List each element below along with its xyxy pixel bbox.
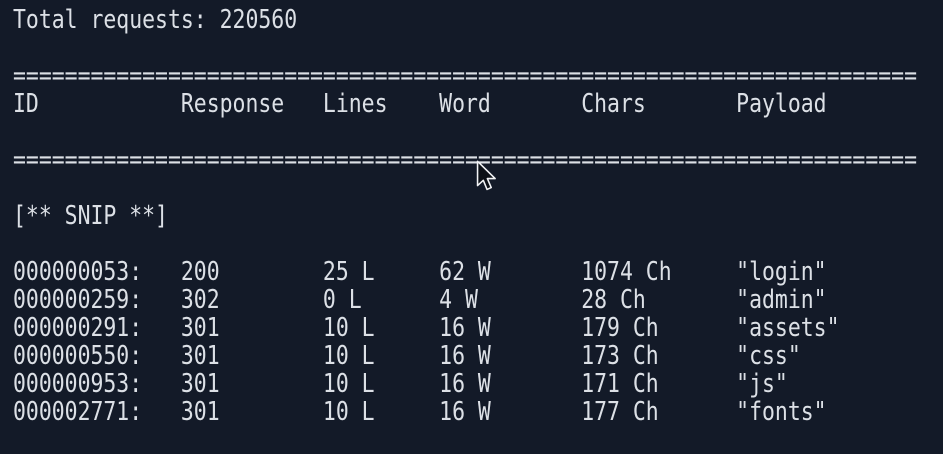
snip-marker: [** SNIP **] — [13, 202, 780, 230]
separator-line: ========================================… — [13, 146, 780, 174]
result-row: 000000291:30110 L16 W179 Ch"assets" — [13, 314, 780, 342]
result-char-count: 28 Ch — [581, 286, 646, 314]
result-word-count: 16 W — [439, 398, 491, 426]
result-word-count: 16 W — [439, 314, 491, 342]
result-char-count: 173 Ch — [581, 342, 658, 370]
result-line-count: 10 L — [323, 398, 375, 426]
result-payload: "css" — [736, 342, 801, 370]
result-payload: "fonts" — [736, 398, 826, 426]
result-payload: "admin" — [736, 286, 826, 314]
result-word-count: 4 W — [439, 286, 478, 314]
result-word-count: 16 W — [439, 342, 491, 370]
result-payload: "js" — [736, 370, 788, 398]
result-row: 000002771:30110 L16 W177 Ch"fonts" — [13, 398, 780, 426]
result-word-count: 62 W — [439, 258, 491, 286]
result-char-count: 1074 Ch — [581, 258, 671, 286]
result-line-count: 10 L — [323, 314, 375, 342]
result-id: 000000053: — [13, 258, 142, 286]
result-response-code: 200 — [181, 258, 220, 286]
result-id: 000000550: — [13, 342, 142, 370]
results-table-header: IDResponseLinesWordCharsPayload — [13, 90, 780, 118]
result-line-count: 25 L — [323, 258, 375, 286]
blank-line — [13, 118, 780, 146]
result-response-code: 301 — [181, 398, 220, 426]
column-header-chars: Chars — [581, 90, 646, 118]
result-payload: "login" — [736, 258, 826, 286]
blank-line — [13, 426, 780, 454]
result-id: 000000291: — [13, 314, 142, 342]
result-line-count: 10 L — [323, 342, 375, 370]
result-row: 000000259:3020 L4 W28 Ch"admin" — [13, 286, 780, 314]
result-char-count: 171 Ch — [581, 370, 658, 398]
result-id: 000002771: — [13, 398, 142, 426]
result-word-count: 16 W — [439, 370, 491, 398]
column-header-payload: Payload — [736, 90, 826, 118]
result-row: 000000953:30110 L16 W171 Ch"js" — [13, 370, 780, 398]
result-line-count: 0 L — [323, 286, 362, 314]
result-line-count: 10 L — [323, 370, 375, 398]
result-payload: "assets" — [736, 314, 839, 342]
result-response-code: 302 — [181, 286, 220, 314]
result-char-count: 177 Ch — [581, 398, 658, 426]
total-requests-line: Total requests: 220560 — [13, 6, 780, 34]
result-row: 000000053:20025 L62 W1074 Ch"login" — [13, 258, 780, 286]
column-header-lines: Lines — [323, 90, 388, 118]
blank-line — [13, 230, 780, 258]
result-id: 000000953: — [13, 370, 142, 398]
result-char-count: 179 Ch — [581, 314, 658, 342]
result-row: 000000550:30110 L16 W173 Ch"css" — [13, 342, 780, 370]
column-header-response: Response — [181, 90, 284, 118]
total-requests-value: 220560 — [220, 5, 297, 35]
blank-line — [13, 34, 780, 62]
total-requests-label: Total requests: — [13, 5, 207, 35]
result-response-code: 301 — [181, 314, 220, 342]
separator-line: ========================================… — [13, 62, 780, 90]
result-response-code: 301 — [181, 370, 220, 398]
column-header-id: ID — [13, 90, 39, 118]
column-header-word: Word — [439, 90, 491, 118]
blank-line — [13, 174, 780, 202]
terminal-screen[interactable]: Total requests: 220560 ==================… — [0, 0, 943, 453]
result-response-code: 301 — [181, 342, 220, 370]
result-id: 000000259: — [13, 286, 142, 314]
